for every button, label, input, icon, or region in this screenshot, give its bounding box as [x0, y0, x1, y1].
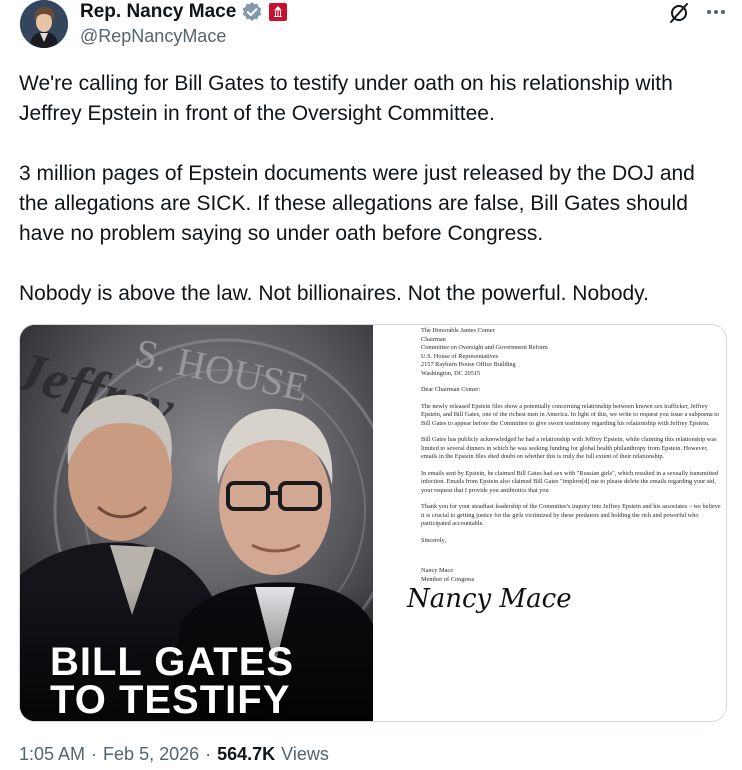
user-handle[interactable]: @RepNancyMace — [80, 26, 226, 47]
letter-address-line: The Honorable James Comer — [421, 327, 495, 334]
tweet-media[interactable]: S. HOUSE Jeffrey BILL GATES TO TESTIFY T… — [19, 324, 727, 722]
letter-paragraph-3: In emails sent by Epstein, he claimed Bi… — [421, 469, 719, 494]
letter-address-line: Washington, DC 20515 — [421, 369, 481, 377]
avatar[interactable] — [20, 0, 68, 48]
media-headline: BILL GATES TO TESTIFY — [50, 640, 370, 722]
display-name[interactable]: Rep. Nancy Mace — [80, 1, 236, 23]
signature-text: Nancy Mace — [406, 584, 572, 614]
signature-image: Nancy Mace — [406, 584, 572, 614]
tweet-header: Rep. Nancy Mace @RepNancyMace — [0, 0, 742, 60]
tweet-time[interactable]: 1:05 AM — [19, 744, 85, 765]
letter-salutation: Dear Chairman Comer: — [421, 386, 481, 393]
tweet-date[interactable]: Feb 5, 2026 — [103, 744, 199, 765]
letter-address: The Honorable James Comer Chairman Commi… — [421, 327, 721, 378]
views-count[interactable]: 564.7K — [217, 744, 275, 765]
us-house-badge-icon[interactable] — [268, 2, 288, 22]
letter-document: The Honorable James Comer Chairman Commi… — [421, 327, 721, 584]
more-icon[interactable] — [704, 2, 728, 22]
letter-address-line: Committee on Oversight and Government Re… — [421, 344, 548, 351]
footer-separator: · — [205, 744, 212, 764]
letter-signer-name: Nancy Mace — [421, 567, 453, 574]
letter-address-line: U.S. House of Representatives — [421, 352, 499, 360]
media-photo[interactable]: S. HOUSE Jeffrey BILL GATES TO TESTIFY — [20, 325, 373, 722]
letter-closing: Sincerely, — [421, 536, 446, 544]
tweet-paragraph-3: Nobody is above the law. Not billionaire… — [19, 282, 649, 305]
letter-paragraph-4: Thank you for your steadfast leadership … — [421, 503, 721, 527]
name-row: Rep. Nancy Mace — [80, 1, 288, 23]
letter-address-line: Chairman — [421, 335, 446, 343]
letter-paragraph-2: Bill Gates has publicly acknowledged he … — [421, 436, 717, 460]
grok-icon[interactable] — [668, 2, 690, 24]
headline-line-1: BILL GATES — [50, 640, 295, 684]
tweet-footer: 1:05 AM · Feb 5, 2026 · 564.7K Views — [19, 744, 329, 765]
views-label: Views — [281, 744, 329, 764]
footer-separator: · — [91, 744, 98, 764]
verified-badge-icon[interactable] — [241, 1, 263, 23]
tweet-text: We're calling for Bill Gates to testify … — [19, 69, 729, 309]
tweet-paragraph-1: We're calling for Bill Gates to testify … — [19, 72, 673, 125]
tweet-paragraph-2: 3 million pages of Epstein documents wer… — [19, 162, 695, 245]
headline-line-2: TO TESTIFY — [50, 678, 291, 722]
letter-address-line: 2157 Rayburn House Office Building — [421, 361, 516, 368]
letter-image[interactable]: The Honorable James Comer Chairman Commi… — [373, 325, 726, 721]
letter-paragraph-1: The newly released Epstein files show a … — [421, 402, 720, 427]
